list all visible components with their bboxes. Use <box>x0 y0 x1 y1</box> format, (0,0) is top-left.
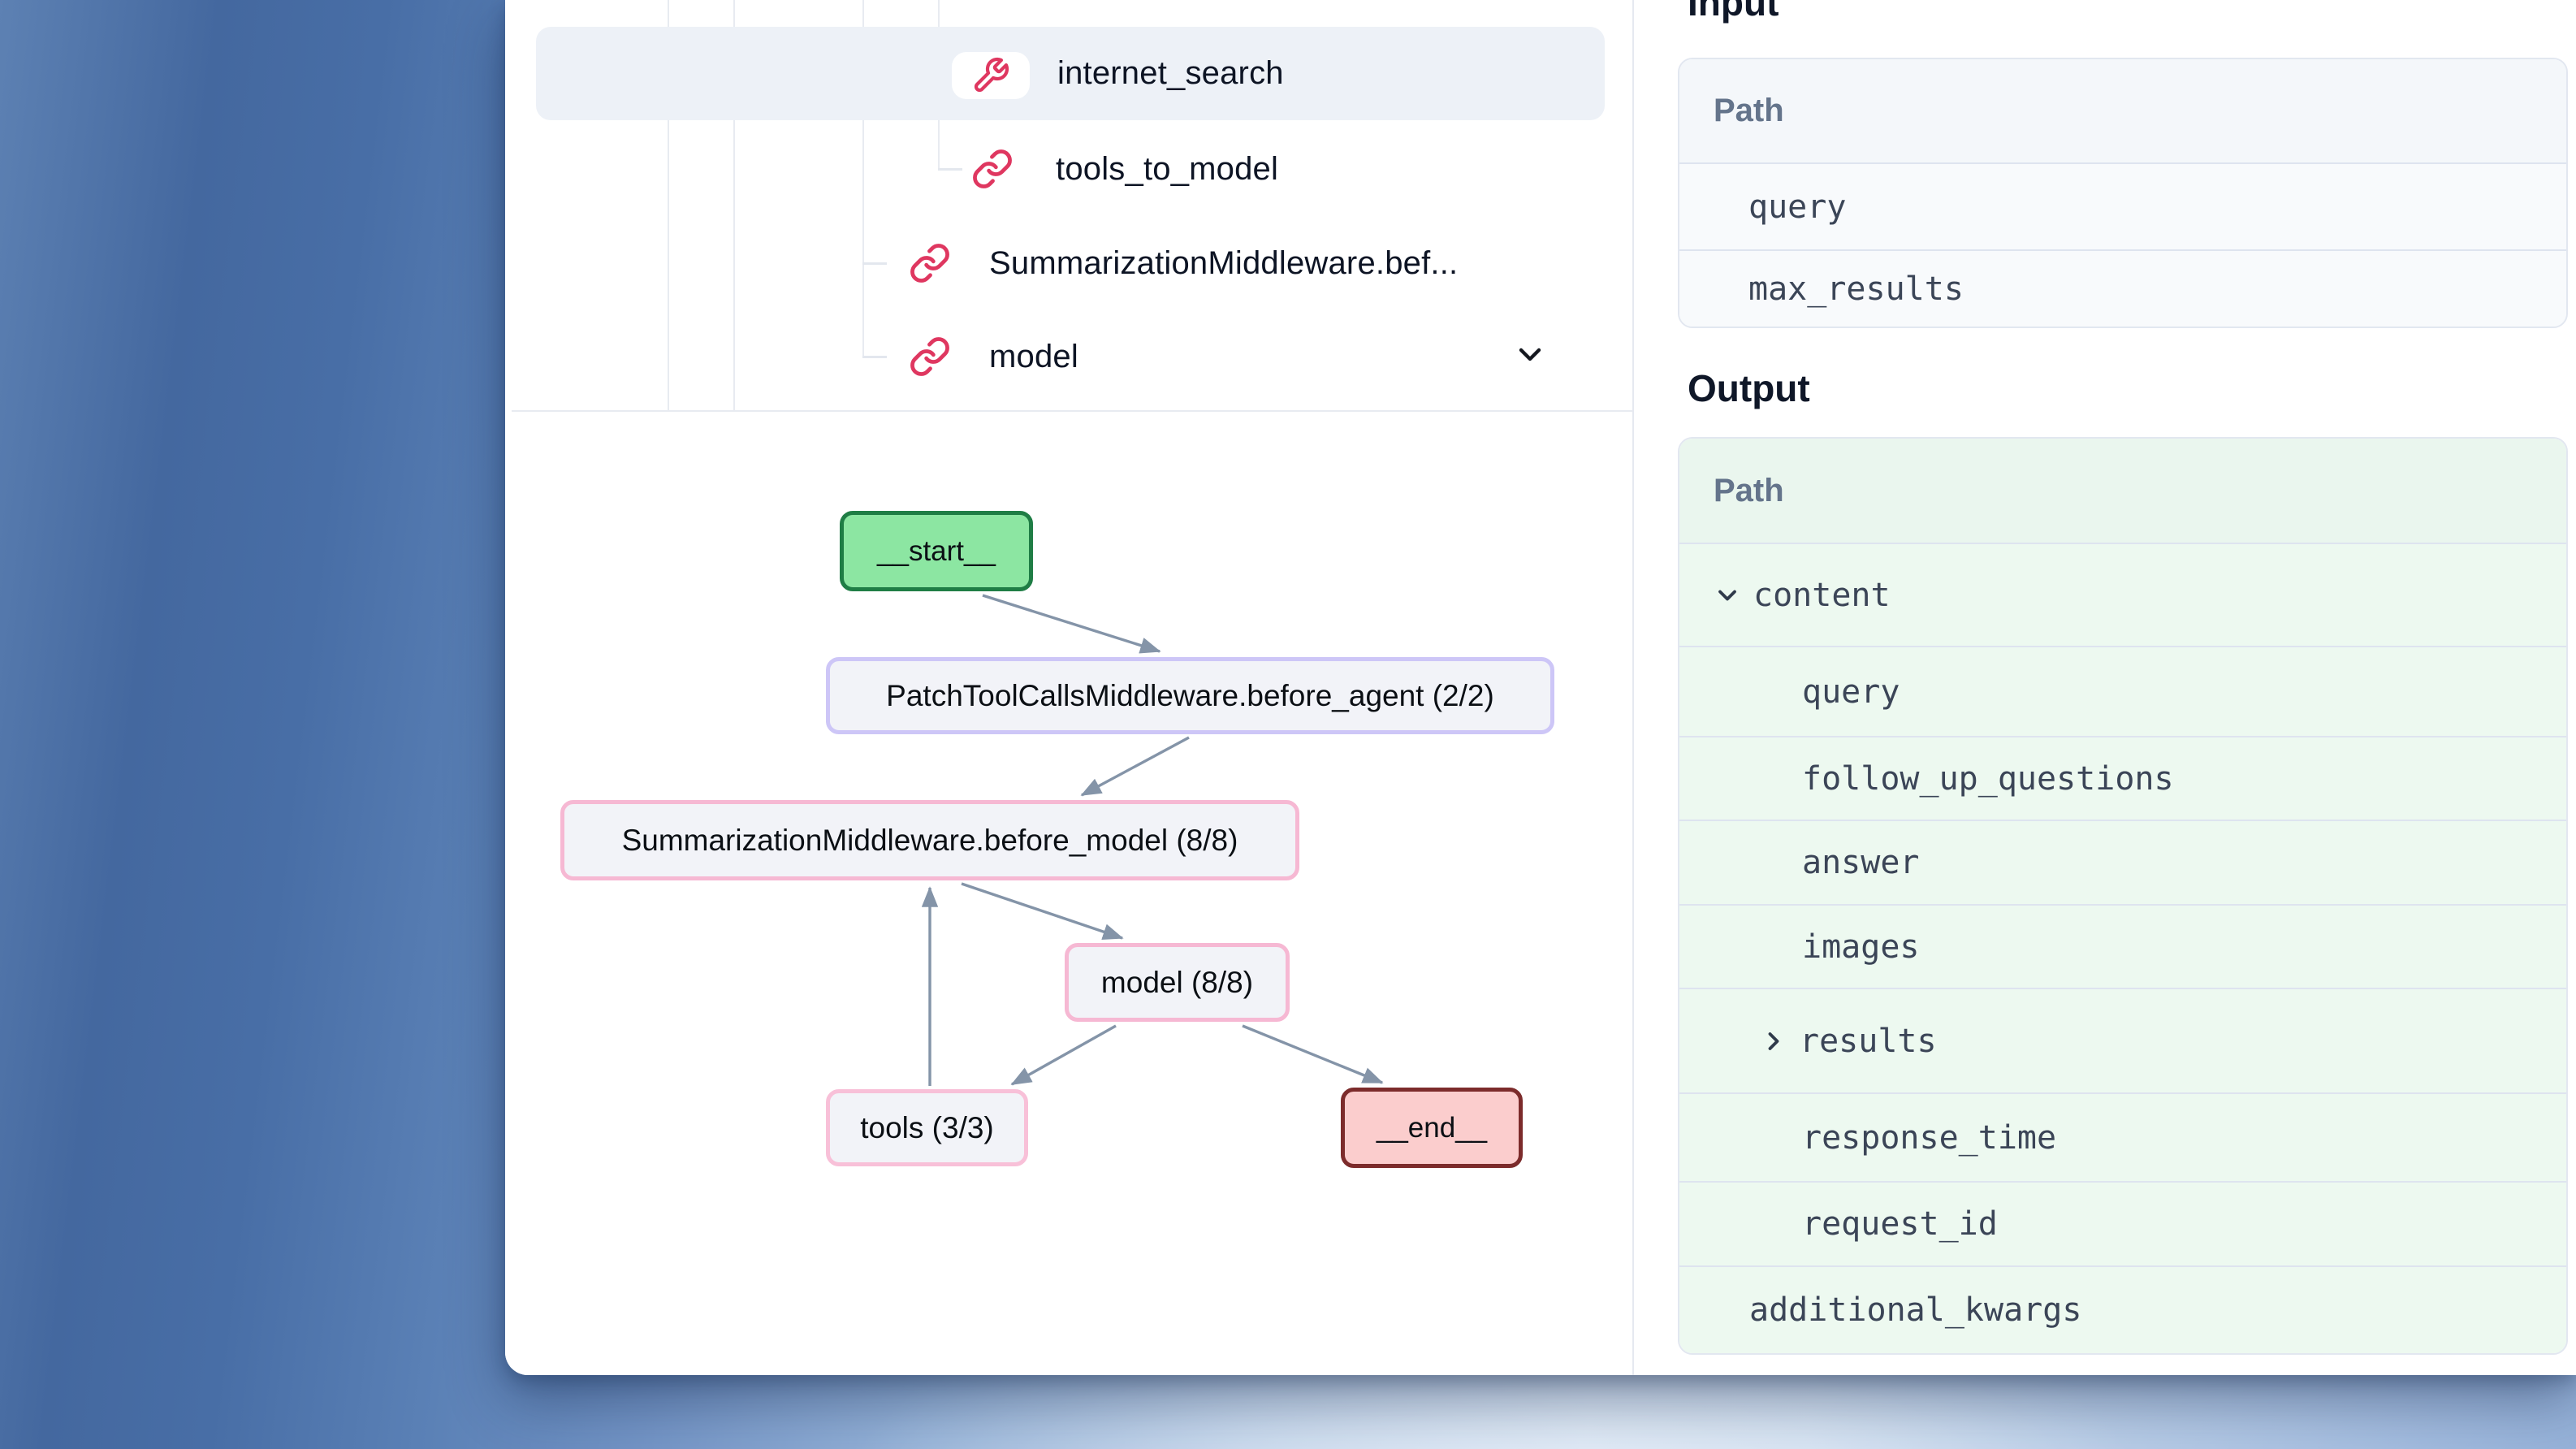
tree-item-summarization-middleware[interactable]: SummarizationMiddleware.bef... <box>536 219 1605 307</box>
input-section-title: Input <box>1688 0 1779 24</box>
path-cell: results <box>1800 1023 1937 1060</box>
graph-panel: __start__ PatchToolCallsMiddleware.befor… <box>505 412 1632 1375</box>
link-icon <box>909 242 951 284</box>
output-row-query: query <box>1679 646 2566 736</box>
output-row-images: images <box>1679 904 2566 988</box>
edge-summarization-to-model <box>962 884 1122 938</box>
output-row-request-id: request_id <box>1679 1181 2566 1265</box>
path-cell: response_time <box>1802 1119 2056 1157</box>
tree-item-model[interactable]: model <box>536 313 1605 400</box>
chevron-right-icon[interactable] <box>1759 1027 1788 1056</box>
tree-item-label: model <box>989 339 1078 375</box>
graph-node-start[interactable]: __start__ <box>840 511 1033 591</box>
path-cell: images <box>1802 928 1920 966</box>
edge-model-to-tools <box>1012 1026 1116 1084</box>
output-path-table: Path content query follow_up_questions a… <box>1678 437 2568 1355</box>
path-cell: query <box>1748 188 1846 226</box>
link-icon <box>909 335 951 378</box>
graph-edges <box>505 412 1632 1375</box>
tree-item-label: tools_to_model <box>1056 151 1278 188</box>
output-row-response-time: response_time <box>1679 1092 2566 1181</box>
output-row-answer: answer <box>1679 820 2566 904</box>
path-column-header: Path <box>1679 93 1784 129</box>
tree-item-label: internet_search <box>1057 55 1284 92</box>
tool-badge <box>952 52 1030 99</box>
input-path-table: Path query max_results <box>1678 58 2568 328</box>
path-cell: request_id <box>1802 1205 1998 1243</box>
wrench-icon <box>971 56 1010 95</box>
output-row-follow-up-questions: follow_up_questions <box>1679 736 2566 820</box>
output-row-additional-kwargs: additional_kwargs <box>1679 1265 2566 1353</box>
desktop-wallpaper: internet_search tools_to_model Summariza… <box>0 0 2576 1449</box>
output-row-content[interactable]: content <box>1679 543 2566 646</box>
input-row-query: query <box>1679 162 2566 249</box>
table-header-row: Path <box>1679 439 2566 543</box>
graph-node-patch-tool-calls-middleware[interactable]: PatchToolCallsMiddleware.before_agent (2… <box>826 657 1554 734</box>
path-cell: content <box>1753 577 1891 614</box>
path-cell: max_results <box>1748 270 1964 308</box>
trace-tree-panel: internet_search tools_to_model Summariza… <box>505 0 1632 412</box>
output-section-title: Output <box>1688 366 1810 410</box>
graph-node-model[interactable]: model (8/8) <box>1065 943 1290 1022</box>
path-cell: answer <box>1802 844 1920 881</box>
tree-item-tools-to-model[interactable]: tools_to_model <box>536 125 1605 213</box>
link-icon <box>971 148 1014 190</box>
output-row-results[interactable]: results <box>1679 988 2566 1092</box>
app-window: internet_search tools_to_model Summariza… <box>505 0 2576 1375</box>
edge-start-to-patch <box>983 595 1160 651</box>
expand-chevron-button[interactable] <box>1512 337 1548 377</box>
chevron-down-icon[interactable] <box>1713 581 1742 610</box>
graph-node-tools[interactable]: tools (3/3) <box>826 1089 1028 1166</box>
graph-node-end[interactable]: __end__ <box>1341 1088 1523 1168</box>
path-cell: follow_up_questions <box>1802 760 2174 798</box>
table-header-row: Path <box>1679 59 2566 162</box>
path-cell: additional_kwargs <box>1749 1291 2081 1329</box>
path-cell: query <box>1802 673 1900 711</box>
graph-node-summarization-middleware[interactable]: SummarizationMiddleware.before_model (8/… <box>560 800 1299 880</box>
edge-patch-to-summarization <box>1082 737 1189 795</box>
edge-model-to-end <box>1243 1026 1382 1083</box>
tree-item-label: SummarizationMiddleware.bef... <box>989 245 1458 282</box>
path-column-header: Path <box>1679 473 1784 509</box>
tree-item-internet-search[interactable]: internet_search <box>536 27 1605 120</box>
input-row-max-results: max_results <box>1679 249 2566 327</box>
inspector-panel: Input Path query max_results Output Path <box>1634 0 2576 1375</box>
chevron-down-icon <box>1512 337 1548 373</box>
